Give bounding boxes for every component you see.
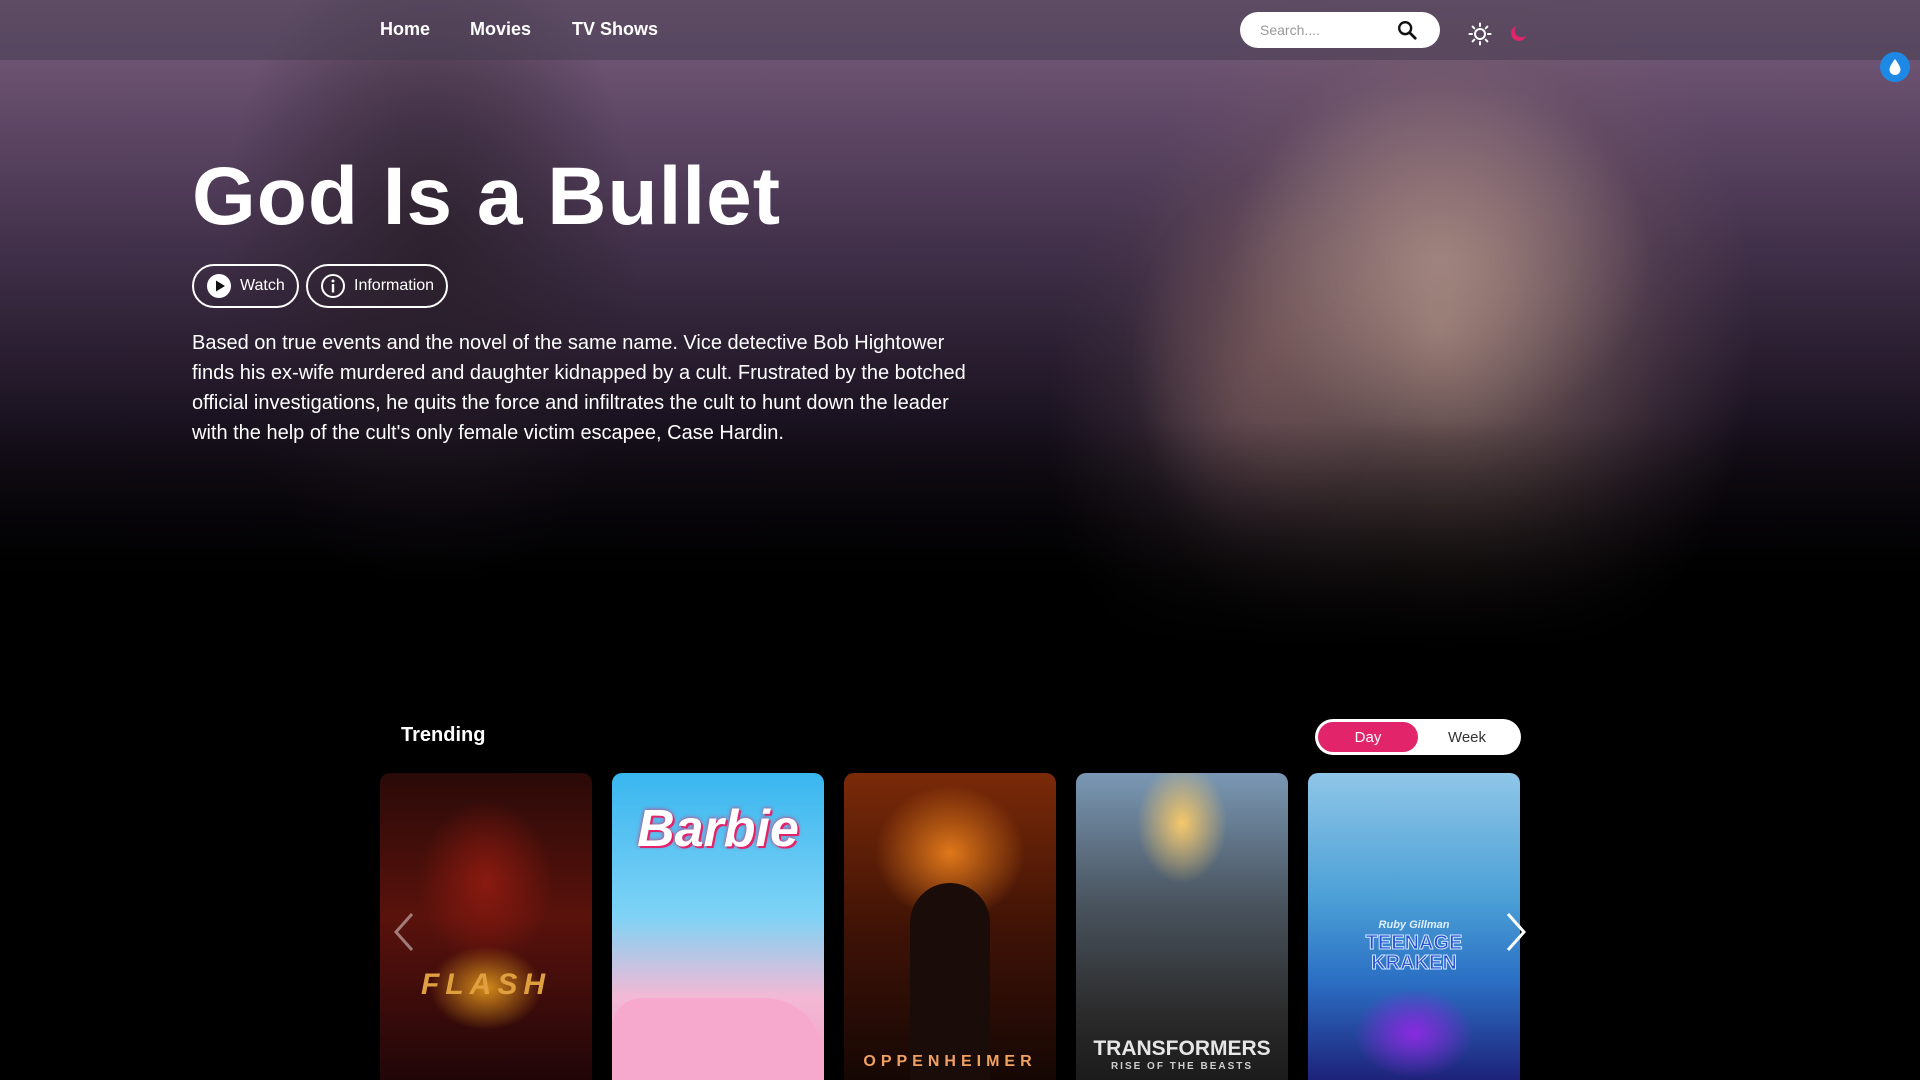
search-box xyxy=(1240,12,1440,48)
poster-title: TEENAGE KRAKEN xyxy=(1365,932,1463,974)
information-button-label: Information xyxy=(354,277,435,294)
poster-subtitle: Ruby Gillman xyxy=(1378,919,1450,931)
poster-title: Barbie xyxy=(637,800,799,858)
poster-oppenheimer[interactable]: OPPENHEIMER xyxy=(844,773,1056,1080)
poster-title: OPPENHEIMER xyxy=(863,1053,1037,1070)
trending-time-toggle: Day Week xyxy=(1315,719,1521,755)
poster-car xyxy=(612,998,824,1080)
poster-subtitle: RISE OF THE BEASTS xyxy=(1110,1061,1254,1072)
watch-button[interactable]: Watch xyxy=(192,264,299,308)
carousel-next-icon[interactable] xyxy=(1502,910,1530,954)
watch-button-label: Watch xyxy=(240,277,285,294)
poster-title: FLASH xyxy=(421,968,551,1001)
nav-movies[interactable]: Movies xyxy=(470,19,531,40)
top-navbar: Home Movies TV Shows xyxy=(0,0,1920,60)
sun-icon[interactable] xyxy=(1468,22,1492,46)
toggle-day[interactable]: Day xyxy=(1318,722,1418,752)
poster-teenage-kraken[interactable]: Ruby Gillman TEENAGE KRAKEN xyxy=(1308,773,1520,1080)
poster-figure xyxy=(910,883,990,1080)
moon-icon[interactable] xyxy=(1508,22,1530,44)
search-icon[interactable] xyxy=(1396,19,1418,41)
carousel-prev-icon[interactable] xyxy=(390,910,418,954)
water-drop-button[interactable] xyxy=(1880,52,1910,82)
trending-heading: Trending xyxy=(401,724,486,746)
nav-tv-shows[interactable]: TV Shows xyxy=(572,19,658,40)
poster-transformers[interactable]: TRANSFORMERS RISE OF THE BEASTS xyxy=(1076,773,1288,1080)
information-button[interactable]: Information xyxy=(306,264,449,308)
hero-fade xyxy=(0,420,1920,680)
play-circle-icon xyxy=(207,274,231,298)
search-input[interactable] xyxy=(1260,20,1400,40)
water-drop-icon xyxy=(1889,59,1901,75)
toggle-week[interactable]: Week xyxy=(1417,722,1517,752)
poster-barbie[interactable]: Barbie xyxy=(612,773,824,1080)
hero-description: Based on true events and the novel of th… xyxy=(192,332,966,444)
poster-title: TRANSFORMERS xyxy=(1093,1037,1271,1060)
info-circle-icon xyxy=(321,274,345,298)
nav-home[interactable]: Home xyxy=(380,19,430,40)
hero-title: God Is a Bullet xyxy=(192,151,782,242)
